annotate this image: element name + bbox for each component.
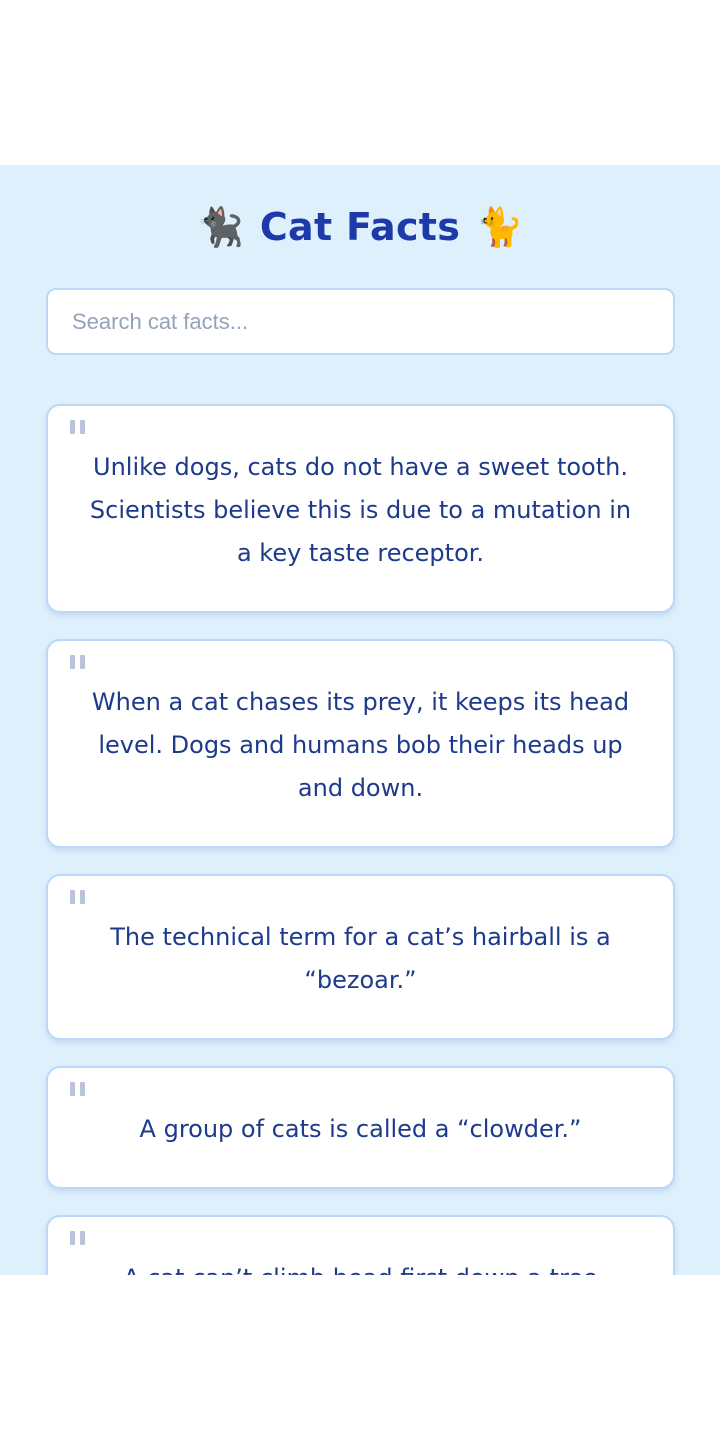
quote-icon [70, 1231, 85, 1245]
quote-icon [70, 890, 85, 904]
quote-icon [70, 655, 85, 669]
fact-text: When a cat chases its prey, it keeps its… [91, 688, 630, 802]
search-input[interactable] [48, 290, 673, 353]
fact-text: A group of cats is called a “clowder.” [139, 1115, 582, 1143]
quote-icon [70, 1082, 85, 1096]
black-cat-icon: 🐈‍⬛ [196, 205, 244, 249]
page-title: Cat Facts [259, 205, 461, 249]
fact-card: When a cat chases its prey, it keeps its… [46, 639, 675, 848]
cat-icon: 🐈 [476, 205, 524, 249]
search-box [46, 288, 675, 355]
cat-facts-app: 🐈‍⬛ Cat Facts 🐈 Unlike dogs, cats do not… [0, 165, 720, 1275]
fact-card: The technical term for a cat’s hairball … [46, 874, 675, 1040]
fact-card: Unlike dogs, cats do not have a sweet to… [46, 404, 675, 613]
fact-card: A group of cats is called a “clowder.” [46, 1066, 675, 1189]
fact-text: A cat can’t climb head first down a tree [82, 1257, 639, 1275]
page-header: 🐈‍⬛ Cat Facts 🐈 [0, 165, 720, 289]
fact-text: The technical term for a cat’s hairball … [110, 923, 611, 994]
quote-icon [70, 420, 85, 434]
fact-text: Unlike dogs, cats do not have a sweet to… [89, 453, 632, 567]
fact-card: A cat can’t climb head first down a tree [46, 1215, 675, 1275]
fact-list: Unlike dogs, cats do not have a sweet to… [46, 404, 675, 1275]
